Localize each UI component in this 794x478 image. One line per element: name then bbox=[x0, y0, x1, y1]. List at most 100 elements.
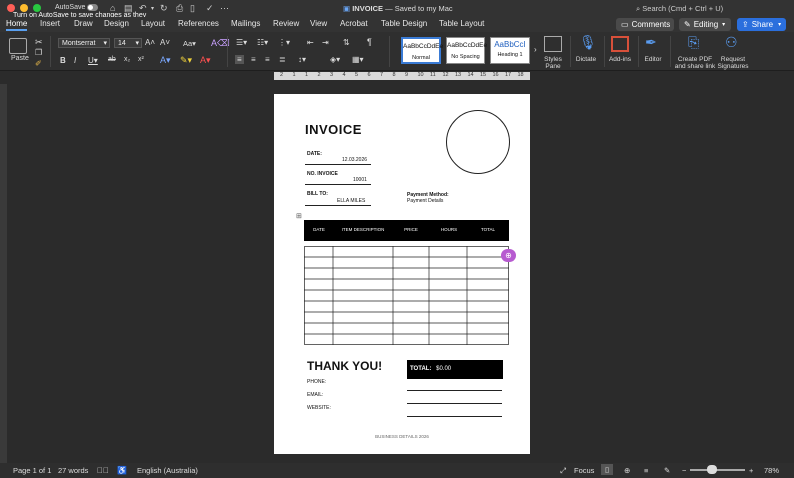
font-color-icon[interactable]: A▾ bbox=[200, 55, 211, 66]
print-icon[interactable]: ⎙ bbox=[176, 3, 183, 14]
document-page[interactable]: INVOICE DATE: 12.03.2026 NO. INVOICE 100… bbox=[274, 94, 530, 454]
share-button[interactable]: ⇪ Share ▾ bbox=[737, 18, 786, 31]
person-icon[interactable]: ⚇ bbox=[725, 34, 738, 51]
maximize-window-button[interactable] bbox=[33, 4, 41, 12]
clipboard-icon[interactable] bbox=[9, 38, 27, 54]
autosave-toggle[interactable] bbox=[87, 4, 98, 11]
print-layout-icon[interactable]: ▯ bbox=[601, 464, 614, 475]
increase-indent-icon[interactable]: ⇥ bbox=[322, 38, 329, 47]
line-spacing-icon[interactable]: ↕▾ bbox=[298, 55, 306, 64]
tab-mailings[interactable]: Mailings bbox=[231, 19, 260, 28]
zoom-in-button[interactable]: + bbox=[749, 466, 753, 475]
editing-mode-button[interactable]: ✎ Editing ▾ bbox=[679, 18, 731, 31]
pilcrow-icon[interactable]: ¶ bbox=[367, 37, 372, 47]
tab-table-design[interactable]: Table Design bbox=[381, 19, 427, 28]
search-field[interactable]: ⌕ Search (Cmd + Ctrl + U) bbox=[636, 4, 723, 14]
cut-icon[interactable]: ✂ bbox=[35, 37, 43, 48]
acrobat-icon[interactable]: ⎘ bbox=[688, 34, 699, 51]
bill-to-value[interactable]: ELLA MILES bbox=[337, 198, 365, 204]
word-count[interactable]: 27 words bbox=[58, 466, 88, 475]
focus-icon[interactable]: ⤢ bbox=[560, 466, 566, 476]
italic-button[interactable]: I bbox=[74, 56, 76, 65]
web-layout-icon[interactable]: ⊕ bbox=[624, 466, 630, 475]
tab-view[interactable]: View bbox=[310, 19, 327, 28]
horizontal-ruler[interactable]: 2 1 1 2 3 4 5 6 7 8 9 10 11 12 13 14 15 16 17 18 bbox=[274, 72, 530, 80]
font-size-select[interactable]: 14 ▾ bbox=[114, 38, 142, 48]
accessibility-icon[interactable]: ♿ bbox=[117, 466, 127, 475]
vertical-ruler[interactable] bbox=[0, 84, 7, 464]
strikethrough-button[interactable]: ab bbox=[108, 56, 116, 63]
tab-review[interactable]: Review bbox=[273, 19, 299, 28]
zoom-slider-knob[interactable] bbox=[707, 465, 717, 474]
payment-method-value[interactable]: Payment Details bbox=[407, 198, 443, 204]
outline-view-icon[interactable]: ≡ bbox=[644, 466, 648, 475]
justify-icon[interactable]: ≣ bbox=[279, 55, 286, 64]
spelling-icon[interactable]: ✓ bbox=[206, 3, 214, 14]
tab-insert[interactable]: Insert bbox=[40, 19, 60, 28]
bold-button[interactable]: B bbox=[60, 56, 66, 65]
pen-icon[interactable]: ✒ bbox=[645, 34, 657, 51]
highlight-icon[interactable]: ✎▾ bbox=[180, 55, 192, 66]
numbering-icon[interactable]: ☷▾ bbox=[257, 38, 268, 47]
request-signatures-label[interactable]: Request Signatures bbox=[716, 56, 750, 70]
tab-references[interactable]: References bbox=[178, 19, 219, 28]
invoice-number-value[interactable]: 10001 bbox=[353, 177, 367, 183]
tab-design[interactable]: Design bbox=[104, 19, 129, 28]
copy-icon[interactable]: ❐ bbox=[35, 48, 42, 57]
zoom-slider-track[interactable] bbox=[690, 469, 745, 471]
decrease-indent-icon[interactable]: ⇤ bbox=[307, 38, 314, 47]
style-no-spacing[interactable]: AaBbCcDdEe No Spacing bbox=[446, 37, 487, 64]
page-count[interactable]: Page 1 of 1 bbox=[13, 466, 51, 475]
align-right-icon[interactable]: ≡ bbox=[265, 55, 270, 64]
table-header-row[interactable]: DATE ITEM DESCRIPTION PRICE HOURS TOTAL bbox=[304, 220, 509, 241]
align-center-icon[interactable]: ≡ bbox=[251, 55, 256, 64]
grow-font-icon[interactable]: A˄ bbox=[145, 38, 155, 47]
date-value[interactable]: 12.03.2026 bbox=[342, 157, 367, 163]
microphone-icon[interactable]: 🎙 bbox=[579, 34, 597, 51]
proofing-icon[interactable]: ✓⃝ bbox=[97, 466, 109, 475]
multilevel-list-icon[interactable]: ⋮▾ bbox=[278, 38, 290, 47]
change-case-icon[interactable]: Aa▾ bbox=[183, 39, 196, 48]
close-window-button[interactable] bbox=[7, 4, 15, 12]
new-document-icon[interactable]: ▯ bbox=[190, 3, 195, 14]
draft-view-icon[interactable]: ✎ bbox=[664, 466, 670, 475]
subscript-button[interactable]: x₂ bbox=[124, 56, 130, 63]
minimize-window-button[interactable] bbox=[20, 4, 28, 12]
align-left-icon[interactable]: ≡ bbox=[235, 55, 244, 64]
tab-acrobat[interactable]: Acrobat bbox=[340, 19, 368, 28]
format-painter-icon[interactable]: ✐ bbox=[35, 59, 42, 68]
invoice-title[interactable]: INVOICE bbox=[305, 122, 362, 137]
language[interactable]: English (Australia) bbox=[137, 466, 198, 475]
total-box[interactable]: TOTAL: $0.00 bbox=[407, 360, 503, 379]
zoom-out-button[interactable]: − bbox=[682, 466, 686, 475]
invoice-table-grid[interactable] bbox=[304, 246, 509, 345]
logo-placeholder-circle[interactable] bbox=[446, 110, 510, 174]
comments-button[interactable]: ▭ Comments bbox=[616, 18, 674, 31]
tab-layout[interactable]: Layout bbox=[141, 19, 165, 28]
chevron-right-icon[interactable]: › bbox=[534, 45, 537, 54]
table-move-handle-icon[interactable]: ⊞ bbox=[296, 212, 302, 220]
tab-home[interactable]: Home bbox=[6, 19, 28, 31]
style-normal[interactable]: AaBbCcDdEe Normal bbox=[401, 37, 443, 64]
shrink-font-icon[interactable]: A˅ bbox=[160, 38, 170, 47]
underline-button[interactable]: U▾ bbox=[88, 56, 98, 65]
sort-icon[interactable]: ⇅ bbox=[343, 38, 350, 47]
undo-dropdown-icon[interactable]: ▾ bbox=[151, 5, 154, 12]
style-heading-1[interactable]: AaBbCcI Heading 1 bbox=[490, 37, 530, 64]
font-name-select[interactable]: Montserrat ▾ bbox=[58, 38, 110, 48]
borders-icon[interactable]: ▦▾ bbox=[352, 55, 364, 64]
shading-icon[interactable]: ◈▾ bbox=[330, 55, 340, 64]
footer-text[interactable]: BUSINESS DETAILS 2026 bbox=[274, 434, 530, 439]
focus-label[interactable]: Focus bbox=[574, 466, 594, 475]
text-effects-icon[interactable]: A▾ bbox=[160, 55, 171, 66]
zoom-level[interactable]: 78% bbox=[764, 466, 779, 475]
grid-icon[interactable] bbox=[611, 36, 629, 52]
superscript-button[interactable]: x² bbox=[138, 56, 144, 63]
tab-draw[interactable]: Draw bbox=[74, 19, 93, 28]
styles-pane-icon[interactable] bbox=[544, 36, 562, 52]
tab-table-layout[interactable]: Table Layout bbox=[439, 19, 484, 28]
add-row-icon[interactable]: ⊕ bbox=[501, 249, 516, 262]
more-icon[interactable]: ⋯ bbox=[220, 3, 229, 14]
bullets-icon[interactable]: ☰▾ bbox=[236, 38, 247, 47]
create-pdf-label[interactable]: Create PDF and share link bbox=[674, 56, 716, 70]
